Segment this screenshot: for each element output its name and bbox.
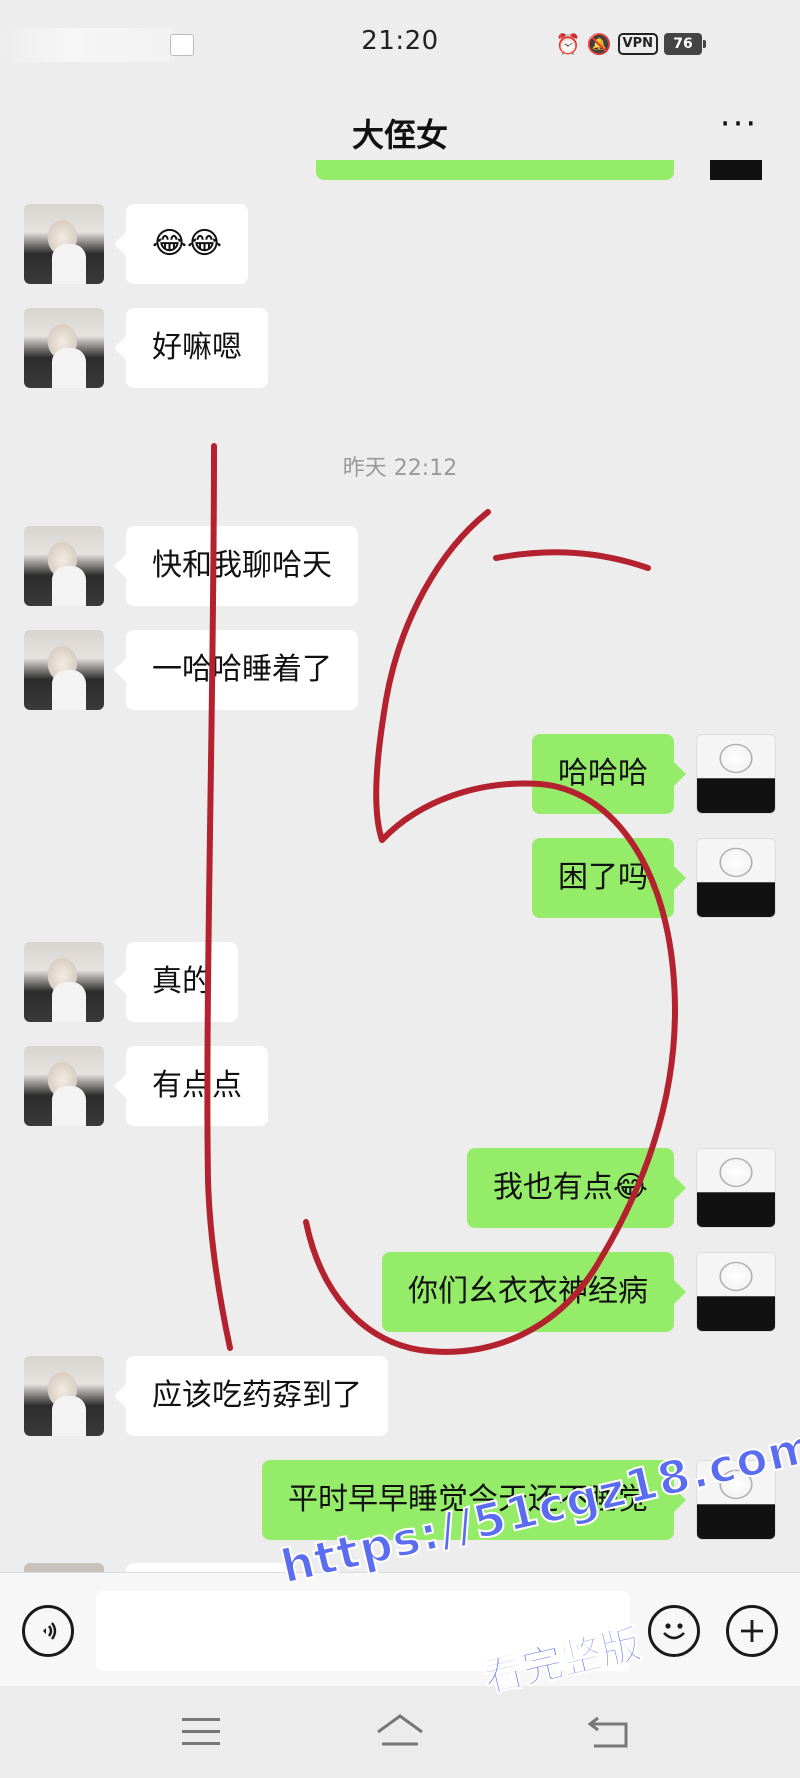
back-arrow-icon [587,1716,628,1748]
received-message-bubble[interactable]: 应该吃药孬到了 [114,1356,388,1436]
message-row: 你们幺衣衣神经病 [0,1252,800,1336]
my-avatar[interactable] [696,1148,776,1228]
menu-icon[interactable] [176,1710,228,1754]
clipped-avatar [710,160,762,180]
battery-icon: 76 [664,33,706,55]
voice-wave-icon [43,1622,57,1640]
sent-message-bubble[interactable]: 我也有点😂 [466,1148,687,1228]
contact-avatar[interactable] [24,1046,104,1126]
timestamp-divider: 昨天 22:12 [342,456,458,481]
home-icon[interactable] [374,1710,426,1754]
home-shape-icon [377,1714,423,1746]
received-message-bubble[interactable]: 一哈哈睡着了 [114,630,358,710]
message-row: 快和我聊哈天 [0,526,800,610]
message-row: 真的 [0,942,800,1026]
message-list[interactable]: 😂😂 好嘛嗯 昨天 22:12 快和我聊哈天 一哈哈睡着了 哈哈哈 困了吗 真的… [0,160,800,1572]
plus-icon[interactable] [726,1605,778,1657]
plus-glyph-icon [741,1620,763,1642]
contact-avatar[interactable] [24,526,104,606]
sent-message-bubble[interactable]: 哈哈哈 [532,734,686,814]
message-row: 应该吃药孬到了 [0,1356,800,1440]
system-nav-bar [0,1686,800,1778]
clipped-received-bubble [126,1563,294,1572]
sent-message-bubble[interactable]: 困了吗 [532,838,686,918]
message-row: 好嘛嗯 [0,308,800,392]
contact-avatar[interactable] [24,1356,104,1436]
alarm-icon: ⏰ [555,32,581,56]
clipped-sent-bubble [316,160,674,180]
message-row: 困了吗 [0,838,800,922]
mute-bell-icon: 🔕 [586,32,612,56]
chat-title: 大侄女 [351,116,448,154]
contact-avatar[interactable] [24,308,104,388]
message-row: 一哈哈睡着了 [0,630,800,714]
contact-avatar[interactable] [24,204,104,284]
received-message-bubble[interactable]: 真的 [114,942,238,1022]
my-avatar[interactable] [696,1252,776,1332]
received-message-bubble[interactable]: 😂😂 [113,204,249,284]
back-icon[interactable] [584,1710,636,1754]
received-message-bubble[interactable]: 有点点 [114,1046,268,1126]
vpn-icon: VPN [617,33,658,55]
status-icons: ⏰ 🔕 VPN 76 [555,32,706,56]
status-bar: 21:20 ⏰ 🔕 VPN 76 [0,0,800,92]
message-row: 我也有点😂 [0,1148,800,1232]
contact-avatar[interactable] [24,630,104,710]
sent-message-bubble[interactable]: 你们幺衣衣神经病 [382,1252,686,1332]
message-row: 哈哈哈 [0,734,800,818]
message-row: 😂😂 [0,204,800,288]
message-row: 有点点 [0,1046,800,1130]
clipped-avatar [24,1563,104,1572]
received-message-bubble[interactable]: 快和我聊哈天 [114,526,358,606]
my-avatar[interactable] [696,734,776,814]
contact-avatar[interactable] [24,942,104,1022]
more-options-button[interactable]: ··· [714,107,764,150]
my-avatar[interactable] [696,838,776,918]
voice-icon[interactable] [22,1605,74,1657]
received-message-bubble[interactable]: 好嘛嗯 [114,308,268,388]
